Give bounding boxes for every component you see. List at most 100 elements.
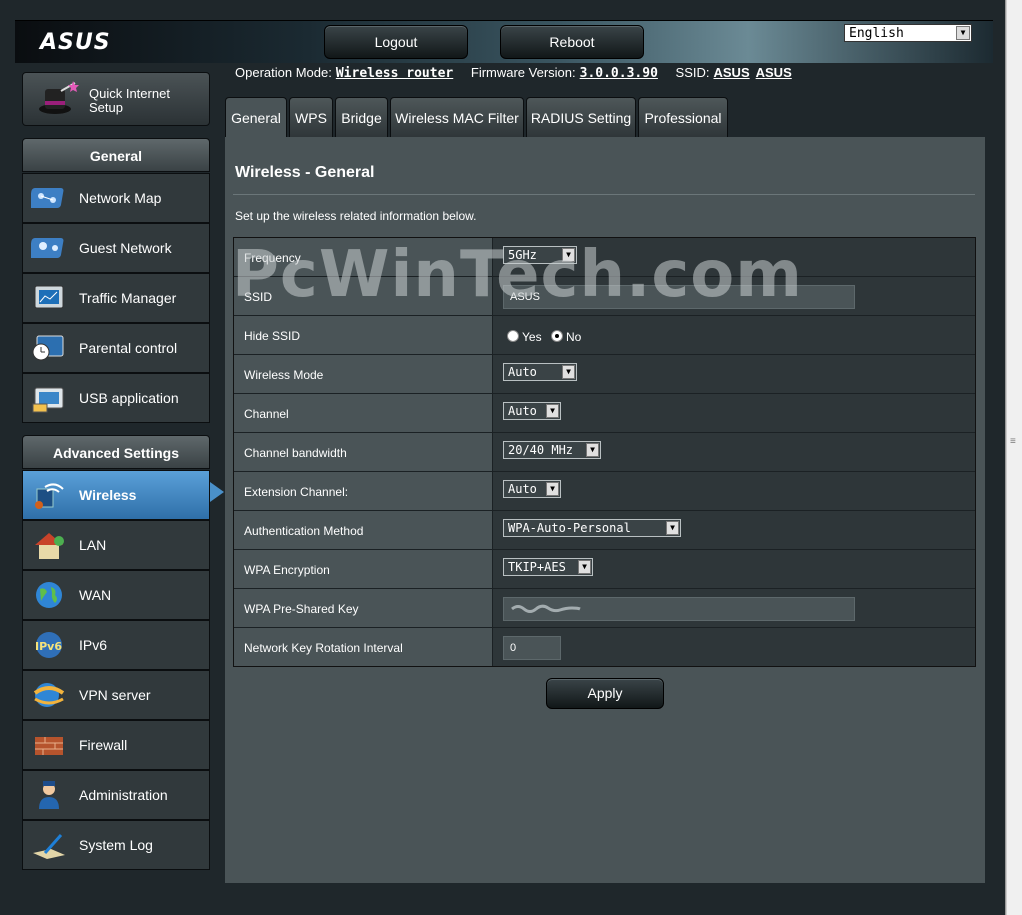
operation-mode-link[interactable]: Wireless router	[336, 66, 453, 81]
administration-icon	[39, 781, 59, 809]
page-title: Wireless - General	[235, 164, 375, 181]
channel-bandwidth-label: Channel bandwidth	[234, 433, 493, 471]
sidebar-item-guest-network[interactable]: Guest Network	[22, 223, 210, 273]
sidebar-item-usb-application[interactable]: USB application	[22, 373, 210, 423]
scrollbar-grip-icon: ≡	[1010, 436, 1016, 447]
system-log-icon	[33, 834, 65, 859]
sidebar-item-label: WAN	[79, 587, 112, 603]
reboot-button[interactable]: Reboot	[500, 25, 644, 59]
key-rotation-input[interactable]: 0	[503, 636, 561, 660]
channel-bandwidth-select[interactable]: 20/40 MHz ▼	[503, 441, 601, 459]
channel-select[interactable]: Auto ▼	[503, 402, 561, 420]
apply-button[interactable]: Apply	[546, 678, 664, 709]
radio-no-icon	[551, 330, 563, 342]
quick-setup-label: Quick Internet Setup	[89, 86, 170, 115]
tab-bridge[interactable]: Bridge	[335, 97, 388, 137]
status-info-bar: Operation Mode: Wireless router Firmware …	[235, 65, 806, 81]
auth-method-select[interactable]: WPA-Auto-Personal ▼	[503, 519, 681, 537]
chevron-down-icon: ▼	[562, 365, 575, 379]
obscured-key-icon	[511, 604, 581, 614]
sidebar-item-system-log[interactable]: System Log	[22, 820, 210, 870]
chevron-down-icon: ▼	[546, 482, 559, 496]
vertical-scrollbar[interactable]: ≡	[1006, 0, 1022, 915]
sidebar-item-label: USB application	[79, 390, 179, 406]
sidebar-item-firewall[interactable]: Firewall	[22, 720, 210, 770]
firmware-label: Firmware Version:	[470, 65, 576, 80]
sidebar-item-administration[interactable]: Administration	[22, 770, 210, 820]
general-section-header: General	[22, 138, 210, 172]
channel-value: Auto	[508, 404, 537, 418]
sidebar-item-label: Wireless	[79, 487, 137, 503]
tab-wps[interactable]: WPS	[289, 97, 333, 137]
radio-yes-icon	[507, 330, 519, 342]
ssid-link-2[interactable]: ASUS	[756, 65, 792, 80]
wireless-mode-select[interactable]: Auto ▼	[503, 363, 577, 381]
sidebar-item-traffic-manager[interactable]: Traffic Manager	[22, 273, 210, 323]
sidebar-item-lan[interactable]: LAN	[22, 520, 210, 570]
wireless-mode-value: Auto	[508, 365, 537, 379]
title-divider	[233, 194, 975, 195]
wpa-encryption-select[interactable]: TKIP+AES ▼	[503, 558, 593, 576]
tab-professional[interactable]: Professional	[638, 97, 728, 137]
radio-yes-label: Yes	[522, 330, 542, 344]
sidebar-item-wireless[interactable]: Wireless	[22, 470, 210, 520]
wan-globe-icon	[36, 582, 62, 608]
sidebar-item-label: Guest Network	[79, 240, 172, 256]
sidebar-item-label: VPN server	[79, 687, 151, 703]
page-description: Set up the wireless related information …	[235, 209, 477, 223]
hide-ssid-label: Hide SSID	[234, 316, 493, 354]
usb-application-icon	[32, 387, 64, 413]
guest-network-icon	[31, 238, 64, 258]
sidebar-item-label: LAN	[79, 537, 107, 553]
auth-method-label: Authentication Method	[234, 511, 493, 549]
ssid-label: SSID:	[675, 65, 710, 80]
wpa-encryption-value: TKIP+AES	[508, 560, 566, 574]
quick-internet-setup-button[interactable]: Quick Internet Setup	[22, 72, 210, 126]
radio-no-label: No	[566, 330, 582, 344]
sidebar-item-network-map[interactable]: Network Map	[22, 173, 210, 223]
channel-label: Channel	[234, 394, 493, 432]
firmware-link[interactable]: 3.0.0.3.90	[580, 66, 658, 81]
lan-icon	[35, 533, 64, 559]
sidebar-item-label: Parental control	[79, 340, 178, 356]
row-key-rotation: Network Key Rotation Interval 0	[234, 628, 975, 667]
extension-channel-value: Auto	[508, 482, 537, 496]
row-channel: Channel Auto ▼	[234, 394, 975, 433]
logout-button[interactable]: Logout	[324, 25, 468, 59]
network-map-icon	[31, 188, 64, 208]
language-select[interactable]: English ▼	[844, 24, 972, 42]
sidebar-item-label: Traffic Manager	[79, 290, 177, 306]
tab-radius-setting[interactable]: RADIUS Setting	[526, 97, 636, 137]
chevron-down-icon: ▼	[586, 443, 599, 457]
hide-ssid-no-radio[interactable]: No	[551, 330, 581, 344]
active-item-arrow-icon	[210, 482, 224, 502]
row-channel-bandwidth: Channel bandwidth 20/40 MHz ▼	[234, 433, 975, 472]
sidebar-item-vpn-server[interactable]: VPN server	[22, 670, 210, 720]
sidebar-item-label: Firewall	[79, 737, 128, 753]
svg-text:IPv6: IPv6	[35, 640, 62, 653]
sidebar-item-wan[interactable]: WAN	[22, 570, 210, 620]
extension-channel-select[interactable]: Auto ▼	[503, 480, 561, 498]
wpa-psk-label: WPA Pre-Shared Key	[234, 589, 493, 627]
wireless-mode-label: Wireless Mode	[234, 355, 493, 393]
wpa-encryption-label: WPA Encryption	[234, 550, 493, 588]
sidebar-item-label: System Log	[79, 837, 153, 853]
tab-general[interactable]: General	[225, 97, 287, 137]
ssid-link-1[interactable]: ASUS	[714, 65, 750, 80]
watermark-overlay: PcWinTech.com	[232, 238, 803, 312]
magic-hat-icon	[39, 81, 79, 114]
wpa-psk-input[interactable]	[503, 597, 855, 621]
language-value: English	[849, 26, 904, 41]
sidebar-item-parental-control[interactable]: Parental control	[22, 323, 210, 373]
row-wpa-encryption: WPA Encryption TKIP+AES ▼	[234, 550, 975, 589]
ipv6-icon: IPv6	[35, 632, 62, 658]
row-extension-channel: Extension Channel: Auto ▼	[234, 472, 975, 511]
wireless-icon	[35, 483, 64, 509]
hide-ssid-yes-radio[interactable]: Yes	[507, 330, 542, 344]
tab-wireless-mac-filter[interactable]: Wireless MAC Filter	[390, 97, 524, 137]
row-wireless-mode: Wireless Mode Auto ▼	[234, 355, 975, 394]
sidebar-item-label: IPv6	[79, 637, 108, 653]
sidebar-item-label: Network Map	[79, 190, 162, 206]
sidebar-item-ipv6[interactable]: IPv6 IPv6	[22, 620, 210, 670]
row-authentication-method: Authentication Method WPA-Auto-Personal ▼	[234, 511, 975, 550]
